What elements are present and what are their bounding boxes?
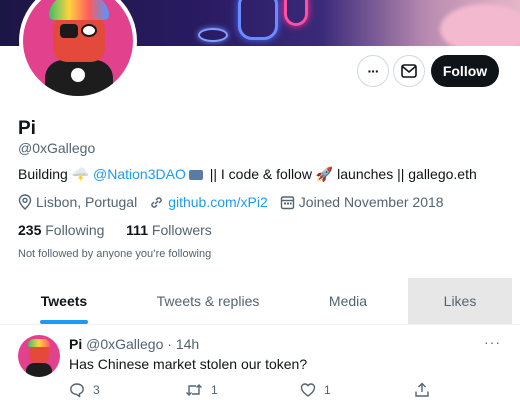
followers-label: Followers — [151, 222, 212, 238]
website-link[interactable]: github.com/xPi2 — [168, 194, 268, 210]
tweet-header: Pi @0xGallego · 14h — [69, 336, 199, 352]
share-button[interactable] — [414, 382, 438, 398]
followers-link[interactable]: 111 Followers — [126, 222, 212, 238]
following-label: Following — [45, 222, 105, 238]
followers-count: 111 — [126, 222, 148, 238]
website-item[interactable]: github.com/xPi2 — [149, 194, 268, 210]
tweet-time[interactable]: 14h — [176, 336, 199, 352]
bio-prefix: Building — [18, 166, 72, 182]
like-button[interactable]: 1 — [300, 382, 331, 398]
banner-planet-shape — [198, 28, 228, 42]
profile-meta: Lisbon, Portugal github.com/xPi2 Joined … — [18, 194, 456, 210]
bio-mention-link[interactable]: @Nation3DAO — [93, 166, 186, 182]
active-tab-indicator — [40, 320, 88, 324]
profile-handle: @0xGallego — [18, 140, 96, 156]
message-button[interactable] — [393, 55, 425, 87]
tweet-text: Has Chinese market stolen our token? — [69, 356, 308, 372]
heart-icon — [300, 383, 316, 397]
retweet-count: 1 — [211, 383, 218, 397]
bio-suffix: || I code & follow 🚀 launches || gallego… — [205, 166, 477, 182]
tweet-author-handle[interactable]: @0xGallego — [86, 336, 163, 352]
avatar-image — [23, 0, 133, 96]
joined-item: Joined November 2018 — [280, 194, 444, 210]
tweet-separator: · — [167, 336, 172, 352]
reply-count: 3 — [93, 383, 100, 397]
lightning-cloud-icon: 🌩️ — [71, 166, 94, 182]
more-options-button[interactable]: ··· — [357, 55, 389, 87]
following-count: 235 — [18, 222, 42, 238]
tweet-avatar[interactable] — [18, 335, 60, 377]
tab-tweets-replies[interactable]: Tweets & replies — [128, 278, 288, 324]
banner-boot-shape — [284, 0, 308, 26]
profile-name: Pi — [18, 118, 36, 139]
calendar-icon — [280, 195, 294, 209]
banner-astronaut-shape — [238, 0, 278, 40]
avatar-eyepatch — [60, 24, 78, 38]
link-icon — [151, 196, 162, 208]
retweet-icon — [186, 384, 202, 396]
badge-icon — [188, 170, 203, 181]
profile-avatar[interactable] — [19, 0, 137, 100]
avatar-cap — [49, 0, 109, 20]
location-text: Lisbon, Portugal — [36, 194, 138, 210]
not-followed-note: Not followed by anyone you’re following — [18, 248, 212, 260]
following-link[interactable]: 235 Following — [18, 222, 104, 238]
banner-cloud-shape — [440, 4, 520, 46]
tweet-avatar-body — [26, 363, 52, 377]
profile-tabs: Tweets Tweets & replies Media Likes — [0, 278, 520, 325]
follow-counts: 235 Following 111 Followers — [18, 222, 212, 238]
avatar-eye — [81, 24, 97, 37]
tab-likes[interactable]: Likes — [408, 278, 512, 324]
like-count: 1 — [324, 383, 331, 397]
avatar-skull — [71, 68, 85, 82]
location-item: Lisbon, Portugal — [18, 194, 137, 210]
profile-bio: Building 🌩️ @Nation3DAO || I code & foll… — [18, 166, 477, 183]
reply-icon — [70, 383, 84, 398]
retweet-button[interactable]: 1 — [185, 382, 218, 398]
joined-text: Joined November 2018 — [298, 194, 444, 210]
share-icon — [415, 382, 429, 397]
location-pin-icon — [18, 194, 32, 210]
more-icon: ··· — [367, 63, 380, 79]
tab-media[interactable]: Media — [288, 278, 408, 324]
tweet-avatar-cap — [28, 339, 50, 347]
tweet-author-name[interactable]: Pi — [69, 336, 82, 352]
envelope-icon — [401, 64, 417, 78]
tweet-more-button[interactable]: ··· — [484, 334, 501, 350]
reply-button[interactable]: 3 — [69, 382, 100, 398]
tab-tweets[interactable]: Tweets — [0, 278, 128, 324]
follow-button[interactable]: Follow — [431, 55, 499, 87]
